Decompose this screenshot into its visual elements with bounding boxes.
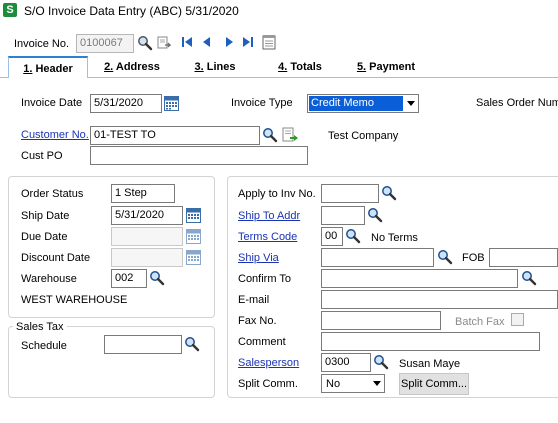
fob-field[interactable]	[489, 248, 558, 267]
customer-no-link[interactable]: Customer No.	[21, 128, 89, 142]
apply-to-label: Apply to Inv No.	[238, 188, 316, 200]
lookup-icon[interactable]	[137, 35, 153, 51]
chevron-down-icon	[407, 101, 415, 106]
confirm-to-label: Confirm To	[238, 273, 291, 285]
lookup-icon[interactable]	[381, 185, 397, 201]
invoice-type-select[interactable]: Credit Memo	[307, 94, 419, 113]
lookup-icon[interactable]	[262, 127, 278, 143]
fax-field[interactable]	[321, 311, 441, 330]
fax-label: Fax No.	[238, 315, 277, 327]
email-field[interactable]	[321, 290, 558, 309]
due-date-field[interactable]	[111, 227, 183, 246]
due-date-label: Due Date	[21, 231, 68, 243]
cust-po-field[interactable]	[90, 146, 308, 165]
sales-order-label: Sales Order Num	[476, 97, 558, 109]
lookup-icon[interactable]	[437, 249, 453, 265]
tab-address[interactable]: 2. Address	[96, 56, 168, 78]
ship-via-field[interactable]	[321, 248, 434, 267]
confirm-to-field[interactable]	[321, 269, 518, 288]
split-comm-select[interactable]: No	[321, 374, 385, 393]
schedule-label: Schedule	[21, 340, 67, 352]
previous-record-icon[interactable]	[200, 35, 214, 49]
invoice-no-field[interactable]: 0100067	[76, 34, 134, 53]
warehouse-field[interactable]: 002	[111, 269, 147, 288]
terms-code-link[interactable]: Terms Code	[238, 230, 297, 244]
split-comm-button-label: Split Comm...	[400, 378, 467, 390]
ship-via-link[interactable]: Ship Via	[238, 251, 279, 265]
comment-label: Comment	[238, 336, 286, 348]
warehouse-label: Warehouse	[21, 273, 77, 285]
apply-to-field[interactable]	[321, 184, 379, 203]
customer-no-field[interactable]: 01-TEST TO	[90, 126, 260, 145]
lookup-icon[interactable]	[184, 336, 200, 352]
ship-date-field[interactable]: 5/31/2020	[111, 206, 183, 225]
tab-payment[interactable]: 5. Payment	[348, 56, 424, 78]
chevron-down-icon	[373, 381, 381, 386]
lookup-icon[interactable]	[521, 270, 537, 286]
calendar-icon[interactable]	[186, 207, 201, 223]
app-icon: S	[3, 3, 17, 17]
tab-header[interactable]: 1. Header	[8, 56, 88, 78]
notepad-icon[interactable]	[262, 34, 276, 50]
last-record-icon[interactable]	[241, 35, 255, 49]
email-label: E-mail	[238, 294, 270, 306]
lookup-icon[interactable]	[345, 228, 361, 244]
ship-date-label: Ship Date	[21, 210, 70, 222]
calendar-icon[interactable]	[164, 95, 179, 111]
next-record-icon[interactable]	[222, 35, 236, 49]
salesperson-link[interactable]: Salesperson	[238, 356, 299, 370]
invoice-type-label: Invoice Type	[231, 97, 293, 109]
comment-field[interactable]	[321, 332, 540, 351]
customer-name: Test Company	[328, 130, 399, 142]
ship-to-addr-link[interactable]: Ship To Addr	[238, 209, 300, 223]
invoice-date-label: Invoice Date	[21, 97, 83, 109]
first-record-icon[interactable]	[180, 35, 194, 49]
lookup-icon[interactable]	[149, 270, 165, 286]
sales-tax-group-label: Sales Tax	[13, 320, 67, 334]
order-status-field[interactable]: 1 Step	[111, 184, 175, 203]
split-comm-value: No	[326, 378, 341, 390]
discount-date-field[interactable]	[111, 248, 183, 267]
window-title: S/O Invoice Data Entry (ABC) 5/31/2020	[24, 4, 239, 18]
customer-maintenance-icon[interactable]	[282, 127, 299, 143]
cust-po-label: Cust PO	[21, 150, 63, 162]
split-comm-button[interactable]: Split Comm...	[399, 373, 469, 395]
tab-totals[interactable]: 4. Totals	[266, 56, 334, 78]
batch-fax-checkbox[interactable]	[511, 313, 524, 326]
calendar-icon[interactable]	[186, 228, 201, 244]
schedule-field[interactable]	[104, 335, 182, 354]
terms-description: No Terms	[371, 232, 418, 244]
order-status-label: Order Status	[21, 188, 84, 200]
discount-date-label: Discount Date	[21, 252, 91, 264]
ship-to-field[interactable]	[321, 206, 365, 225]
copy-icon[interactable]	[156, 35, 172, 51]
invoice-no-label: Invoice No.	[14, 38, 70, 50]
invoice-type-selected: Credit Memo	[309, 96, 403, 111]
fob-label: FOB	[462, 252, 485, 264]
lookup-icon[interactable]	[373, 354, 389, 370]
invoice-date-field[interactable]: 5/31/2020	[90, 94, 162, 113]
salesperson-name: Susan Maye	[399, 358, 461, 370]
terms-code-field[interactable]: 00	[321, 227, 343, 246]
calendar-icon[interactable]	[186, 249, 201, 265]
batch-fax-label: Batch Fax	[455, 316, 505, 328]
warehouse-name: WEST WAREHOUSE	[21, 294, 128, 306]
split-comm-label: Split Comm.	[238, 378, 298, 390]
salesperson-field[interactable]: 0300	[321, 353, 371, 372]
tab-lines[interactable]: 3. Lines	[182, 56, 248, 78]
lookup-icon[interactable]	[367, 207, 383, 223]
